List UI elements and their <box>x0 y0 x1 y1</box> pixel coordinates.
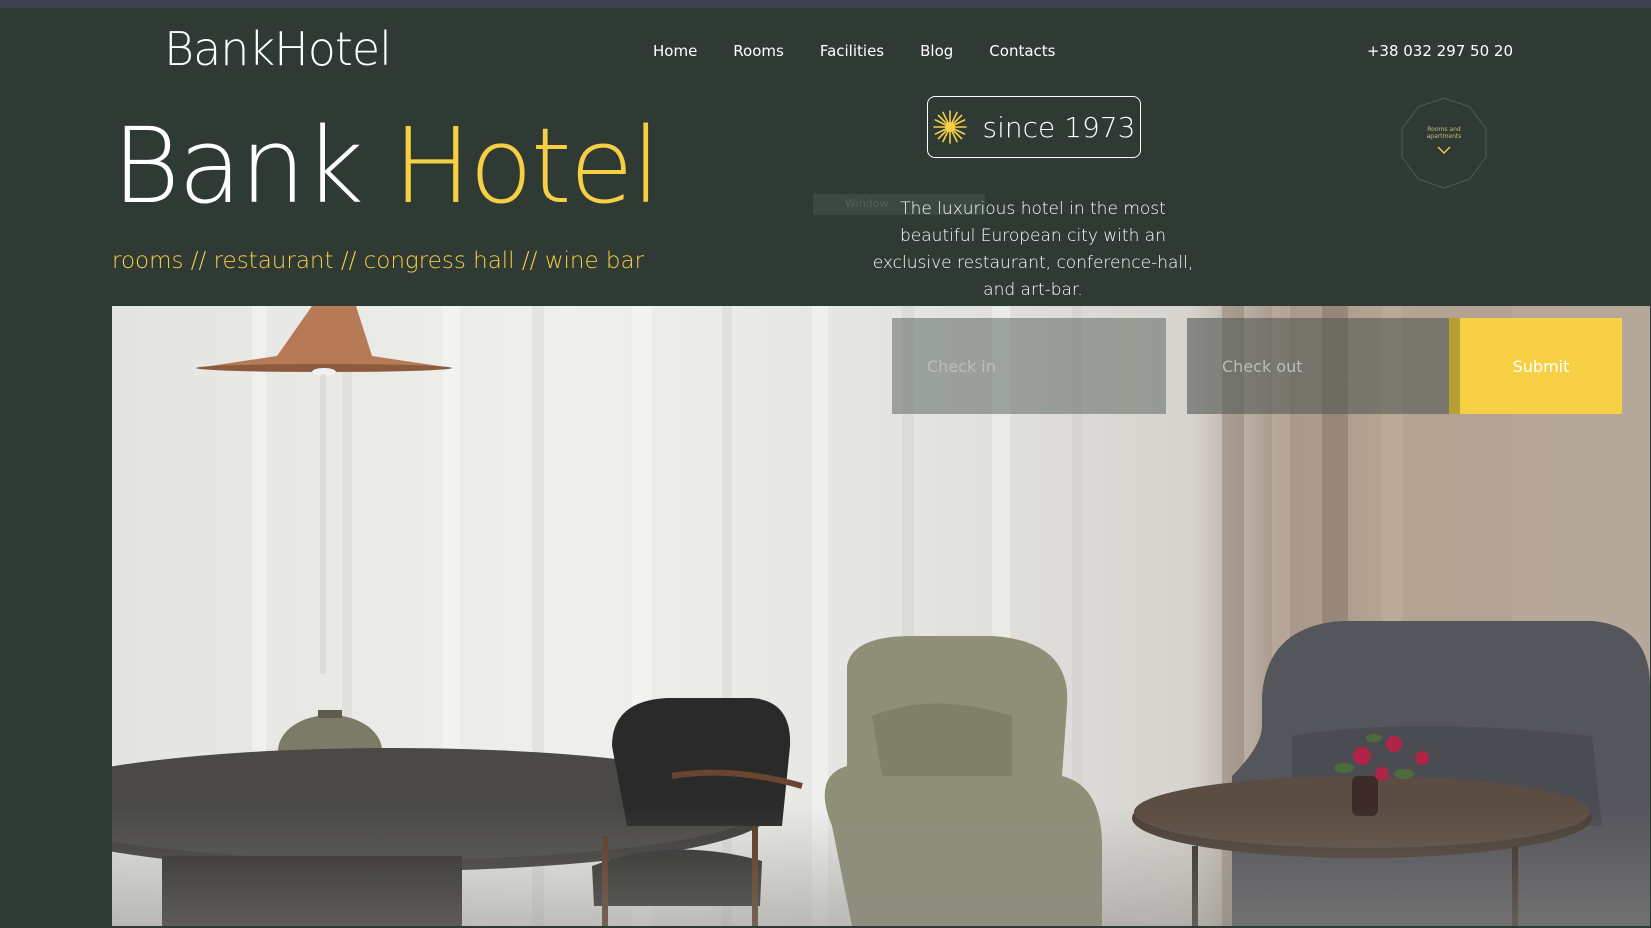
checkin-field[interactable]: Check in <box>892 318 1166 414</box>
booking-gap <box>1166 318 1187 414</box>
nav-contacts[interactable]: Contacts <box>989 42 1055 60</box>
since-text: since 1973 <box>982 110 1136 144</box>
main-nav: Home Rooms Facilities Blog Contacts <box>653 42 1055 60</box>
hero-title-part1: Bank <box>112 105 364 227</box>
checkout-field[interactable]: Check out <box>1187 318 1449 414</box>
star-icon <box>932 110 967 144</box>
since-badge: since 1973 <box>927 96 1141 158</box>
browser-top-bar <box>0 0 1651 8</box>
chevron-down-icon <box>1437 146 1451 155</box>
nav-blog[interactable]: Blog <box>920 42 953 60</box>
hero-tagline: rooms // restaurant // congress hall // … <box>112 248 645 274</box>
phone-number[interactable]: +38 032 297 50 20 <box>1367 42 1513 60</box>
badge-text: Rooms and apartments <box>1426 125 1462 140</box>
site-logo[interactable]: BankHotel <box>164 22 392 76</box>
hero-description: The luxurious hotel in the most beautifu… <box>872 199 1194 300</box>
nav-home[interactable]: Home <box>653 42 697 60</box>
rooms-badge[interactable]: Rooms and apartments <box>1398 96 1490 190</box>
badge-ring <box>1401 97 1487 189</box>
nav-rooms[interactable]: Rooms <box>733 42 784 60</box>
booking-form: Check in Check out Submit <box>892 318 1622 414</box>
hero-title-part2: Hotel <box>393 105 660 227</box>
submit-edge <box>1449 318 1460 414</box>
submit-button[interactable]: Submit <box>1460 318 1622 414</box>
nav-facilities[interactable]: Facilities <box>820 42 884 60</box>
floor-shade <box>112 806 1650 926</box>
hero-title: Bank Hotel <box>112 111 661 221</box>
